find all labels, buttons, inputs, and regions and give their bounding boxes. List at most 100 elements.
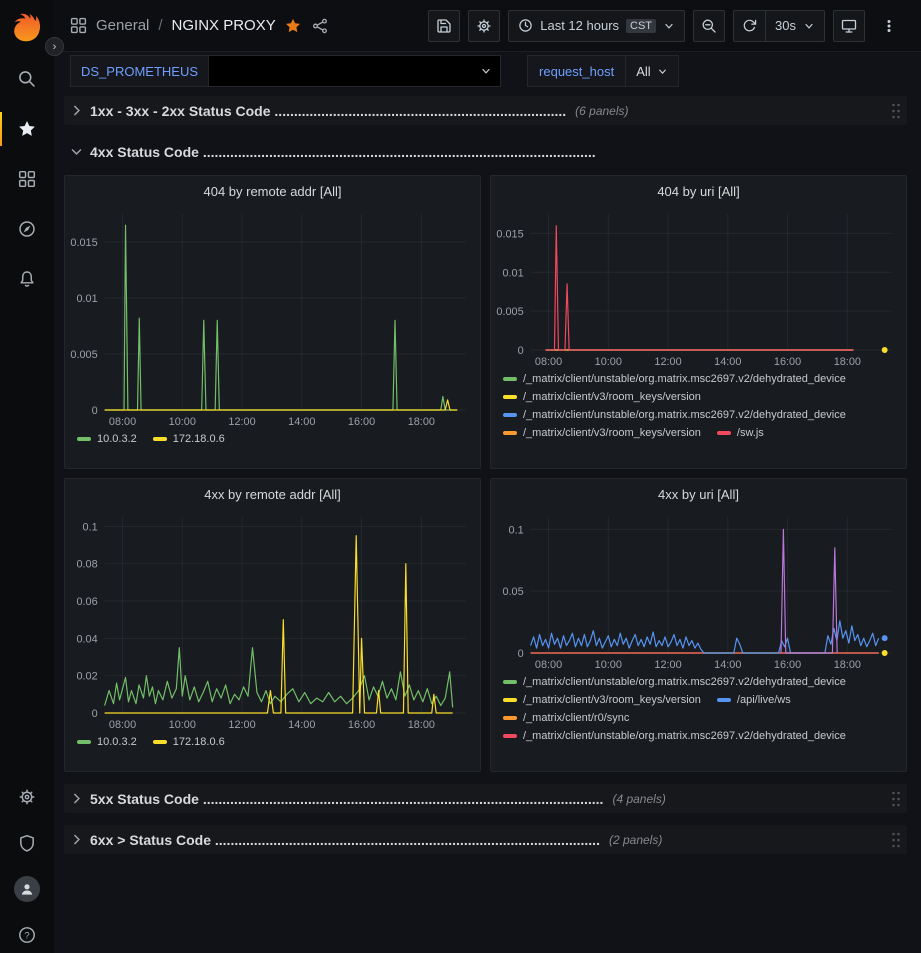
legend-item[interactable]: 172.18.0.6 [153, 433, 225, 445]
row-5xx[interactable]: 5xx Status Code ........................… [64, 784, 907, 813]
timeseries-chart[interactable]: 00.0050.010.01508:0010:0012:0014:0016:00… [65, 206, 480, 430]
refresh-interval-picker[interactable]: 30s [765, 10, 825, 42]
svg-text:14:00: 14:00 [714, 659, 741, 671]
svg-text:12:00: 12:00 [228, 416, 255, 428]
bell-icon [18, 270, 36, 288]
row-6xx[interactable]: 6xx > Status Code ......................… [64, 825, 907, 854]
panel-legend: /_matrix/client/unstable/org.matrix.msc2… [491, 673, 906, 771]
row-title: 6xx > Status Code ......................… [90, 832, 600, 848]
legend-series-label: 10.0.3.2 [97, 736, 137, 748]
row-1xx-3xx-2xx[interactable]: 1xx - 3xx - 2xx Status Code ............… [64, 96, 907, 125]
sidebar-item-configuration[interactable] [0, 787, 54, 807]
zoom-out-time-button[interactable] [693, 10, 725, 42]
svg-text:12:00: 12:00 [654, 356, 681, 368]
legend-item[interactable]: 10.0.3.2 [77, 736, 137, 748]
time-range-picker[interactable]: Last 12 hours CST [508, 10, 685, 42]
timezone-badge: CST [626, 19, 656, 33]
legend-series-marker [503, 680, 517, 684]
expand-sidebar-button[interactable]: › [45, 37, 64, 56]
grafana-logo[interactable] [10, 9, 44, 43]
sidebar-item-server-admin[interactable] [0, 833, 54, 853]
timeseries-chart[interactable]: 00.0050.010.01508:0010:0012:0014:0016:00… [491, 206, 906, 370]
tv-mode-button[interactable] [833, 10, 865, 42]
sidebar-item-alerting[interactable] [0, 269, 54, 289]
svg-text:0: 0 [92, 405, 98, 417]
more-options-button[interactable] [873, 10, 905, 42]
row-4xx[interactable]: 4xx Status Code ........................… [64, 137, 907, 166]
row-panel-count: (6 panels) [575, 104, 628, 118]
legend-series-label: /sw.js [737, 427, 764, 439]
svg-text:0.1: 0.1 [509, 524, 524, 536]
sidebar-item-search[interactable] [0, 69, 54, 89]
chevron-down-icon [663, 20, 675, 32]
svg-text:08:00: 08:00 [109, 719, 136, 731]
sidebar-item-profile[interactable] [0, 879, 54, 899]
svg-text:16:00: 16:00 [348, 416, 375, 428]
svg-text:10:00: 10:00 [169, 416, 196, 428]
save-dashboard-button[interactable] [428, 10, 460, 42]
legend-item[interactable]: /_matrix/client/unstable/org.matrix.msc2… [503, 676, 846, 688]
legend-series-label: /api/live/ws [737, 694, 791, 706]
legend-item[interactable]: /_matrix/client/v3/room_keys/version [503, 427, 701, 439]
row-drag-handle[interactable] [891, 102, 901, 120]
row-drag-handle[interactable] [891, 831, 901, 849]
legend-item[interactable]: /_matrix/client/r0/sync [503, 712, 629, 724]
chevron-right-icon [70, 833, 83, 846]
sidebar-item-starred[interactable] [0, 119, 54, 139]
legend-item[interactable]: 10.0.3.2 [77, 433, 137, 445]
chevron-right-icon [70, 104, 83, 117]
datasource-variable-label[interactable]: DS_PROMETHEUS [70, 55, 209, 87]
refresh-button[interactable] [733, 10, 765, 42]
compass-icon [18, 220, 36, 238]
user-avatar [14, 876, 40, 902]
gear-icon [476, 18, 492, 34]
panel-title[interactable]: 404 by remote addr [All] [65, 176, 480, 206]
sidebar-item-explore[interactable] [0, 219, 54, 239]
breadcrumb-folder[interactable]: General [96, 17, 149, 34]
panel-title[interactable]: 404 by uri [All] [491, 176, 906, 206]
svg-text:0.005: 0.005 [70, 349, 97, 361]
svg-text:?: ? [24, 930, 29, 941]
timeseries-chart[interactable]: 00.050.108:0010:0012:0014:0016:0018:00 [491, 509, 906, 673]
breadcrumb-separator: / [158, 17, 162, 34]
filter-key-request-host[interactable]: request_host [527, 55, 626, 87]
chevron-down-icon [480, 65, 492, 77]
row-drag-handle[interactable] [891, 790, 901, 808]
legend-item[interactable]: /_matrix/client/unstable/org.matrix.msc2… [503, 409, 846, 421]
row-title: 4xx Status Code ........................… [90, 144, 596, 160]
legend-item[interactable]: /_matrix/client/unstable/org.matrix.msc2… [503, 373, 846, 385]
svg-text:0.1: 0.1 [83, 521, 98, 533]
svg-text:0: 0 [518, 648, 524, 660]
legend-series-marker [503, 698, 517, 702]
legend-item[interactable]: /sw.js [717, 427, 764, 439]
monitor-icon [841, 18, 857, 34]
favorite-star-icon[interactable] [285, 18, 301, 34]
nav-actions: Last 12 hours CST 30s [428, 10, 905, 42]
share-icon[interactable] [312, 18, 328, 34]
panel-title[interactable]: 4xx by uri [All] [491, 479, 906, 509]
panel-title[interactable]: 4xx by remote addr [All] [65, 479, 480, 509]
legend-series-marker [503, 413, 517, 417]
svg-text:0.015: 0.015 [496, 228, 523, 240]
legend-item[interactable]: /_matrix/client/v3/room_keys/version [503, 694, 701, 706]
filter-value-select[interactable]: All [626, 55, 678, 87]
sidebar-item-dashboards[interactable] [0, 169, 54, 189]
legend-series-label: /_matrix/client/unstable/org.matrix.msc2… [523, 676, 846, 688]
timeseries-chart[interactable]: 00.020.040.060.080.108:0010:0012:0014:00… [65, 509, 480, 733]
datasource-select[interactable] [209, 55, 501, 87]
dashboards-grid-icon[interactable] [70, 17, 87, 34]
sidebar-item-help[interactable]: ? [0, 925, 54, 945]
legend-series-marker [503, 377, 517, 381]
svg-text:16:00: 16:00 [774, 659, 801, 671]
legend-item[interactable]: /_matrix/client/unstable/org.matrix.msc2… [503, 730, 846, 742]
legend-item[interactable]: 172.18.0.6 [153, 736, 225, 748]
dashboard-settings-button[interactable] [468, 10, 500, 42]
svg-text:0.05: 0.05 [502, 586, 523, 598]
legend-item[interactable]: /api/live/ws [717, 694, 791, 706]
legend-item[interactable]: /_matrix/client/v3/room_keys/version [503, 391, 701, 403]
row-title: 1xx - 3xx - 2xx Status Code ............… [90, 103, 566, 119]
panel-legend: 10.0.3.2 172.18.0.6 [65, 430, 480, 468]
svg-text:08:00: 08:00 [535, 659, 562, 671]
chevron-right-icon [70, 792, 83, 805]
svg-text:12:00: 12:00 [228, 719, 255, 731]
